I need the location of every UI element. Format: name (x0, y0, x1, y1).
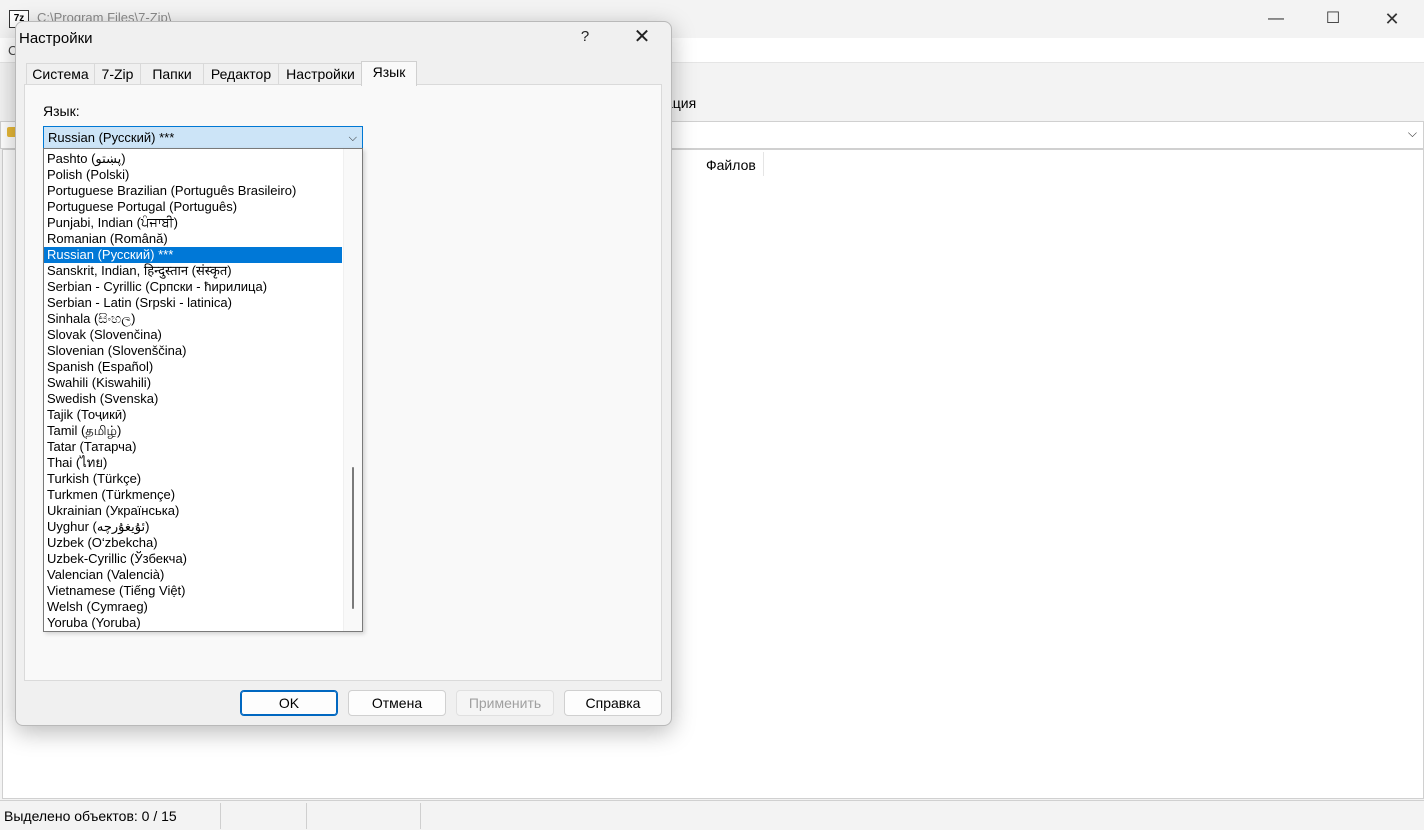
tab-settings[interactable]: Настройки (278, 63, 363, 85)
chevron-down-icon[interactable]: ⌵ (349, 127, 357, 149)
ok-button[interactable]: OK (240, 690, 338, 716)
tab-7zip[interactable]: 7-Zip (94, 63, 141, 85)
language-option[interactable]: Portuguese Portugal (Português) (44, 199, 342, 215)
cancel-button[interactable]: Отмена (348, 690, 446, 716)
language-option[interactable]: Vietnamese (Tiếng Việt) (44, 583, 342, 599)
language-option[interactable]: Turkmen (Türkmençe) (44, 487, 342, 503)
language-option[interactable]: Slovenian (Slovenščina) (44, 343, 342, 359)
language-option[interactable]: Ukrainian (Українська) (44, 503, 342, 519)
language-option[interactable]: Punjabi, Indian (ਪੰਜਾਬੀ) (44, 215, 342, 231)
language-option[interactable]: Slovak (Slovenčina) (44, 327, 342, 343)
settings-dialog: Настройки ? ✕ Система 7-Zip Папки Редакт… (15, 21, 672, 726)
language-option[interactable]: Sinhala (සිංහල) (44, 311, 342, 327)
language-option[interactable]: Uzbek (O‘zbekcha) (44, 535, 342, 551)
language-option[interactable]: Portuguese Brazilian (Português Brasilei… (44, 183, 342, 199)
language-option[interactable]: Russian (Русский) *** (44, 247, 342, 263)
language-option[interactable]: Turkish (Türkçe) (44, 471, 342, 487)
chevron-down-icon[interactable]: ⌵ (1408, 126, 1417, 141)
status-divider (220, 803, 221, 829)
language-option[interactable]: Pashto (پښتو) (44, 151, 342, 167)
language-option[interactable]: Spanish (Español) (44, 359, 342, 375)
dialog-titlebar: Настройки ? ✕ (16, 22, 671, 54)
language-dropdown[interactable]: Russian (Русский) *** ⌵ (43, 126, 363, 150)
language-option[interactable]: Yoruba (Yoruba) (44, 615, 342, 631)
language-option[interactable]: Sanskrit, Indian, हिन्दुस्तान (संस्कृत) (44, 263, 342, 279)
apply-button[interactable]: Применить (456, 690, 554, 716)
tab-editor[interactable]: Редактор (203, 63, 279, 85)
scrollbar-thumb[interactable] (352, 467, 354, 609)
status-selected-count: Выделено объектов: 0 / 15 (4, 808, 177, 824)
language-option[interactable]: Valencian (Valencià) (44, 567, 342, 583)
language-option[interactable]: Tatar (Татарча) (44, 439, 342, 455)
status-divider (420, 803, 421, 829)
language-option[interactable]: Thai (ไทย) (44, 455, 342, 471)
column-header-files[interactable]: Файлов (706, 157, 756, 173)
language-option[interactable]: Welsh (Cymraeg) (44, 599, 342, 615)
language-option[interactable]: Tajik (Тоҷикӣ) (44, 407, 342, 423)
language-list: Pashto (پښتو) Polish (Polski) Portuguese B… (44, 151, 342, 631)
language-dropdown-value: Russian (Русский) *** (48, 130, 175, 145)
language-option[interactable]: Swahili (Kiswahili) (44, 375, 342, 391)
help-button[interactable]: Справка (564, 690, 662, 716)
language-option[interactable]: Polish (Polski) (44, 167, 342, 183)
language-option[interactable]: Swedish (Svenska) (44, 391, 342, 407)
language-option[interactable]: Uzbek-Cyrillic (Ўзбекча) (44, 551, 342, 567)
language-options-list[interactable]: Pashto (پښتو) Polish (Polski) Portuguese B… (43, 148, 363, 632)
tab-system[interactable]: Система (26, 63, 95, 85)
help-icon[interactable]: ? (574, 26, 596, 48)
tab-language[interactable]: Язык (361, 61, 417, 86)
dialog-title: Настройки (19, 30, 93, 47)
status-divider (306, 803, 307, 829)
column-divider[interactable] (763, 152, 764, 176)
status-bar: Выделено объектов: 0 / 15 (0, 800, 1424, 830)
close-window-button[interactable]: ✕ (1372, 8, 1412, 30)
language-option[interactable]: Tamil (தமிழ்) (44, 423, 342, 439)
close-icon[interactable]: ✕ (628, 24, 656, 50)
language-option[interactable]: Romanian (Română) (44, 231, 342, 247)
tab-folders[interactable]: Папки (140, 63, 204, 85)
scrollbar[interactable] (343, 149, 362, 631)
language-label: Язык: (43, 103, 80, 119)
language-option[interactable]: Serbian - Latin (Srpski - latinica) (44, 295, 342, 311)
minimize-button[interactable]: — (1256, 8, 1296, 30)
maximize-button[interactable]: ☐ (1313, 8, 1353, 30)
language-option[interactable]: Serbian - Cyrillic (Српски - ћирилица) (44, 279, 342, 295)
language-option[interactable]: Uyghur (ئۇيغۇرچە) (44, 519, 342, 535)
